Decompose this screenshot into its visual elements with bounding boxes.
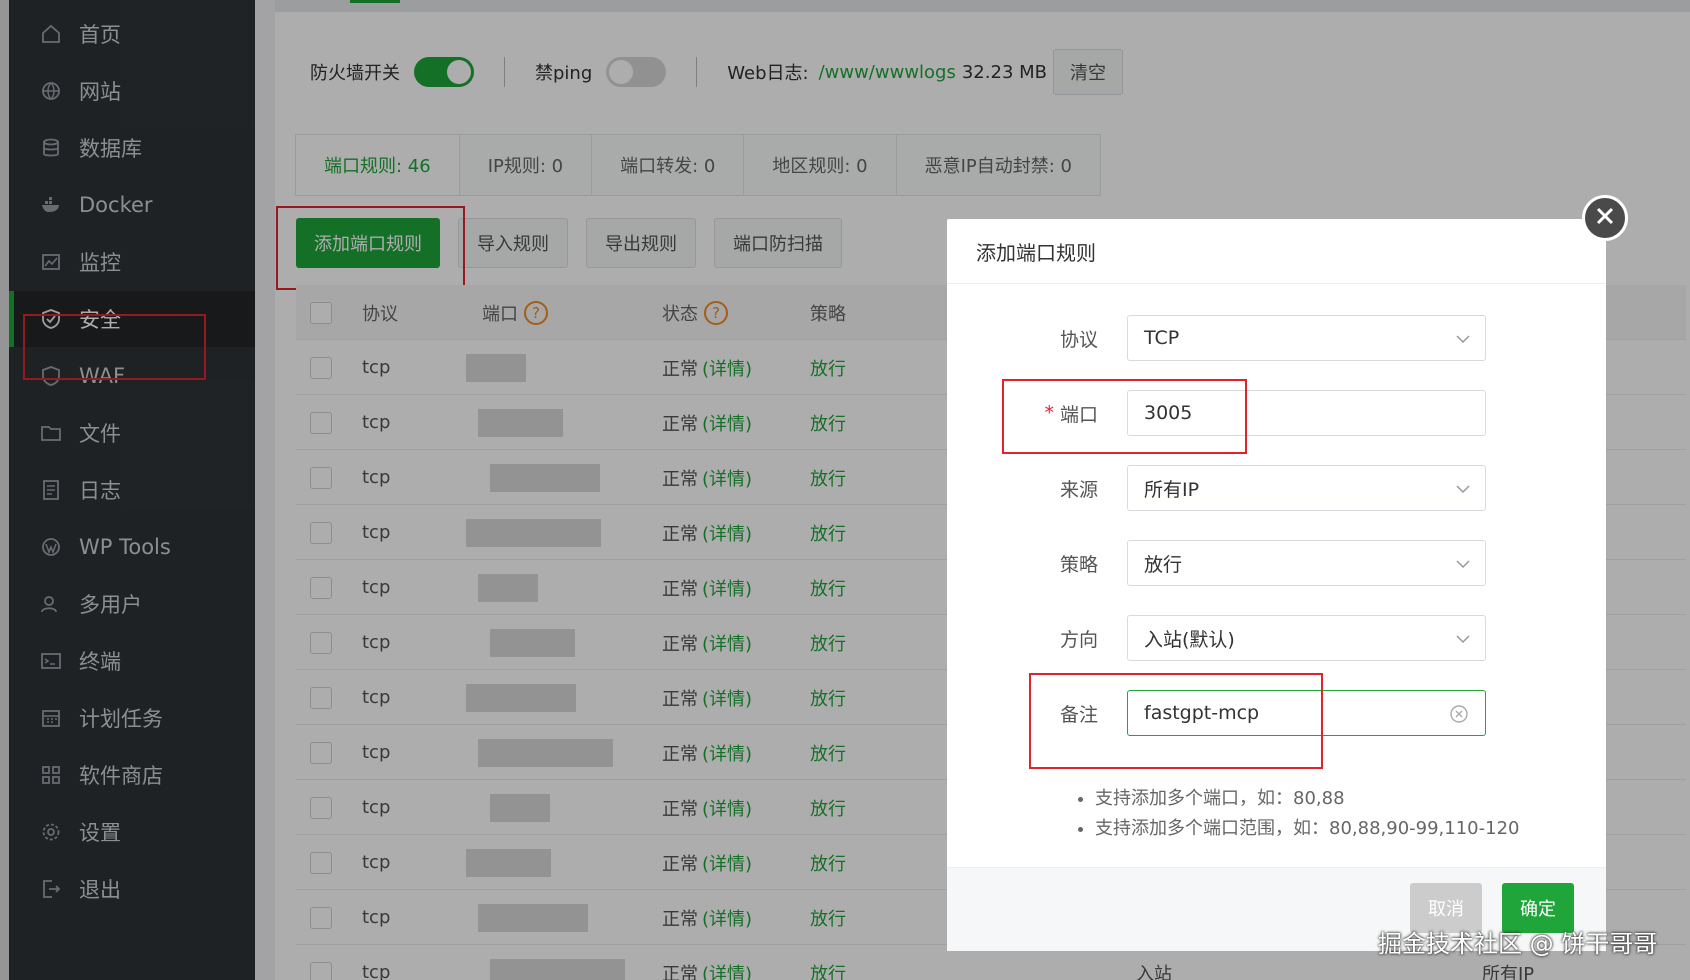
- field-label: 协议: [1059, 328, 1098, 351]
- chevron-down-icon: [1455, 330, 1471, 352]
- highlight-box-remark: [1029, 673, 1323, 769]
- field-label: 方向: [1059, 628, 1098, 651]
- field-direction: 方向 入站(默认): [947, 615, 1606, 661]
- select-value: 所有IP: [1144, 478, 1200, 501]
- select-value: 入站(默认): [1144, 628, 1235, 651]
- select-value: TCP: [1144, 327, 1180, 349]
- close-icon: [1594, 205, 1616, 231]
- source-select[interactable]: 所有IP: [1127, 465, 1486, 511]
- dialog-title: 添加端口规则: [947, 219, 1606, 284]
- tip-item: 支持添加多个端口，如：80,88: [1095, 784, 1519, 814]
- policy-select[interactable]: 放行: [1127, 540, 1486, 586]
- field-source: 来源 所有IP: [947, 465, 1606, 511]
- direction-select[interactable]: 入站(默认): [1127, 615, 1486, 661]
- select-value: 放行: [1144, 553, 1183, 576]
- field-policy: 策略 放行: [947, 540, 1606, 586]
- field-label: 来源: [1059, 478, 1098, 501]
- chevron-down-icon: [1455, 630, 1471, 652]
- clear-icon[interactable]: [1449, 704, 1469, 729]
- add-port-rule-dialog: 添加端口规则 协议 TCP * 端口 3005 来源 所有IP 策略 放行 方向 …: [947, 219, 1606, 951]
- field-label: 策略: [1059, 553, 1098, 576]
- port-tips: 支持添加多个端口，如：80,88 支持添加多个端口范围，如：80,88,90-9…: [1075, 784, 1519, 844]
- chevron-down-icon: [1455, 555, 1471, 577]
- watermark-text: 掘金技术社区 @ 饼干哥哥: [1378, 930, 1658, 958]
- close-dialog-button[interactable]: [1582, 195, 1628, 241]
- tip-item: 支持添加多个端口范围，如：80,88,90-99,110-120: [1095, 814, 1519, 844]
- protocol-select[interactable]: TCP: [1127, 315, 1486, 361]
- chevron-down-icon: [1455, 480, 1471, 502]
- field-protocol: 协议 TCP: [947, 315, 1606, 361]
- highlight-box-port: [1002, 379, 1247, 454]
